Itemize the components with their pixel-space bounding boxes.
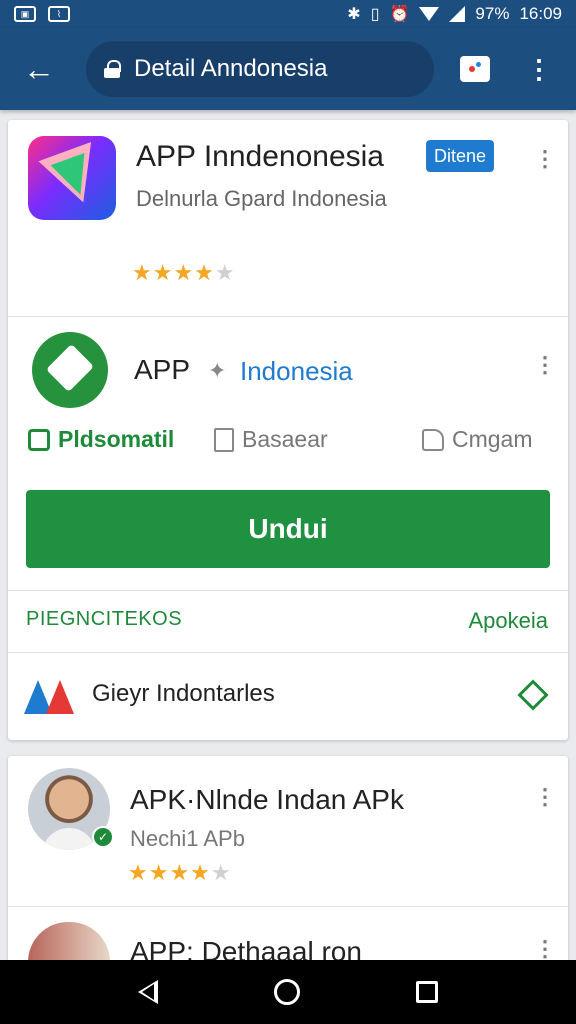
alarm-icon: ⏰ <box>389 6 410 23</box>
rating-stars: ★★★★★ <box>128 860 232 885</box>
battery-level: 97% <box>475 4 510 23</box>
verified-icon: ✓ <box>92 826 114 848</box>
divider <box>8 316 568 317</box>
wifi-icon <box>419 7 440 21</box>
url-text: Detail Anndonesia <box>134 55 328 82</box>
more-vert-icon[interactable]: ⋮ <box>534 786 556 808</box>
app-secondary-logo-icon[interactable] <box>32 332 108 408</box>
nav-recents-icon[interactable] <box>416 981 438 1003</box>
action-basaear[interactable]: Basaear <box>214 426 328 453</box>
app-detail-card: APP Inndenonesia Ditene ⋮ Delnurla Gpard… <box>8 120 568 740</box>
app-toolbar: ← Detail Anndonesia ⋮ <box>0 28 576 110</box>
tabs-icon[interactable] <box>460 56 490 82</box>
divider <box>8 906 568 907</box>
app-logo-icon[interactable] <box>28 136 116 220</box>
nav-home-icon[interactable] <box>274 979 300 1005</box>
camera-icon <box>28 428 50 451</box>
status-bar: ▣ ⌇ ✱ ▯ ⏰ 97% 16:09 <box>0 0 576 28</box>
app-secondary-tag[interactable]: Indonesia <box>240 356 353 387</box>
action-label: Basaear <box>242 426 328 452</box>
brand-logo-icon <box>24 680 78 716</box>
related-app-title[interactable]: APK·Nlnde Indan APk <box>130 784 404 816</box>
clock: 16:09 <box>519 4 562 23</box>
status-badge[interactable]: Ditene <box>426 140 495 172</box>
more-vert-icon[interactable]: ⋮ <box>534 148 556 170</box>
app-secondary-name: APP <box>134 354 191 385</box>
chevron-right-icon <box>517 679 549 711</box>
section-link[interactable]: Apokeia <box>468 608 548 634</box>
action-label: Pldsomatil <box>58 426 175 452</box>
vibrate-icon: ▯ <box>370 6 380 23</box>
more-vert-icon[interactable]: ⋮ <box>534 938 556 960</box>
sparkle-icon: ✦ <box>208 358 227 383</box>
image-icon: ⌇ <box>48 6 70 22</box>
nav-back-icon[interactable] <box>138 980 158 1004</box>
url-bar[interactable]: Detail Anndonesia <box>86 41 434 97</box>
related-apps-card: ✓ APK·Nlnde Indan APk ⋮ Nechi1 APb ★★★★★… <box>8 756 568 982</box>
rating-stars: ★★★★★ <box>132 260 236 285</box>
divider <box>8 590 568 591</box>
app-title: APP Inndenonesia <box>136 140 384 173</box>
list-item[interactable]: Gieyr Indontarles <box>8 654 568 738</box>
list-item-label: Gieyr Indontarles <box>92 680 275 707</box>
arrow-back-icon[interactable]: ← <box>22 52 56 86</box>
app-developer: Delnurla Gpard Indonesia <box>136 186 387 211</box>
action-pldsomatil[interactable]: Pldsomatil <box>28 426 174 453</box>
thumb-up-icon <box>422 428 444 451</box>
book-icon <box>214 427 234 452</box>
related-app-subtitle: Nechi1 APb <box>130 826 245 851</box>
bluetooth-icon: ✱ <box>347 6 361 23</box>
action-label: Cmgam <box>452 426 533 452</box>
more-vert-icon[interactable]: ⋮ <box>534 354 556 376</box>
system-nav-bar <box>0 960 576 1024</box>
section-header: PIEGNCITEKOS <box>26 608 183 630</box>
lock-icon <box>104 60 121 78</box>
action-cmgam[interactable]: Cmgam <box>422 426 533 453</box>
more-vert-icon[interactable]: ⋮ <box>526 56 552 82</box>
download-button[interactable]: Undui <box>26 490 550 568</box>
photo-icon: ▣ <box>14 6 36 22</box>
signal-icon <box>449 6 466 22</box>
divider <box>8 652 568 653</box>
